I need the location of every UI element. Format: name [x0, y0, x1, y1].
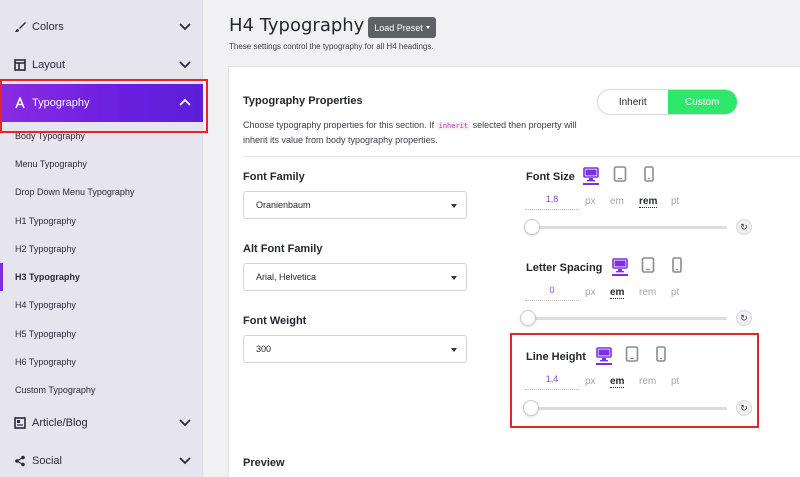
- line-height-label: Line Height: [526, 351, 586, 363]
- sidebar-section-label: Typography: [32, 97, 90, 109]
- sidebar-section-typography[interactable]: Typography: [0, 84, 203, 122]
- font-size-unit-rem[interactable]: rem: [639, 196, 658, 208]
- font-weight-label: Font Weight: [243, 315, 307, 327]
- letter-spacing-label: Letter Spacing: [526, 262, 603, 274]
- line-height-unit-px[interactable]: px: [585, 376, 596, 387]
- typography-properties-heading: Typography Properties: [243, 95, 363, 107]
- sidebar-section-article-blog[interactable]: Article/Blog: [0, 404, 203, 442]
- font-size-label: Font Size: [526, 171, 575, 183]
- font-weight-select[interactable]: 300: [243, 335, 467, 363]
- caret-down-icon: [451, 276, 457, 280]
- line-height-slider-track[interactable]: [527, 407, 727, 410]
- sidebar-item-body-typography[interactable]: Body Typography: [0, 122, 203, 150]
- letter-spacing-unit-px[interactable]: px: [585, 287, 596, 298]
- tablet-icon[interactable]: [612, 166, 628, 182]
- chevron-down-icon: [179, 419, 191, 427]
- letter-spacing-unit-em[interactable]: em: [610, 287, 625, 299]
- mobile-icon[interactable]: [641, 166, 657, 182]
- chevron-down-icon: [179, 23, 191, 31]
- font-size-reset-button[interactable]: ↻: [736, 219, 752, 235]
- sidebar-section-label: Colors: [32, 21, 64, 33]
- alt-font-family-value: Arial, Helvetica: [256, 272, 317, 282]
- mobile-icon[interactable]: [653, 346, 669, 362]
- reset-icon: ↻: [740, 221, 748, 232]
- typography-icon: [14, 97, 26, 109]
- sidebar-section-colors[interactable]: Colors: [0, 8, 203, 46]
- desktop-icon[interactable]: [596, 346, 612, 365]
- letter-spacing-input[interactable]: 0: [525, 285, 579, 301]
- font-size-unit-pt[interactable]: pt: [671, 196, 679, 207]
- font-family-label: Font Family: [243, 171, 305, 183]
- description-text: Choose typography properties for this se…: [243, 120, 437, 130]
- letter-spacing-slider-thumb[interactable]: [520, 310, 536, 326]
- line-height-unit-em[interactable]: em: [610, 376, 625, 388]
- inherit-custom-toggle: Inherit Custom: [597, 89, 738, 115]
- brush-icon: [14, 21, 26, 33]
- sidebar-item-h2-typography[interactable]: H2 Typography: [0, 235, 203, 263]
- load-preset-button[interactable]: Load Preset: [368, 17, 436, 38]
- share-icon: [14, 455, 26, 467]
- sidebar-item-custom-typography[interactable]: Custom Typography: [0, 376, 203, 404]
- reset-icon: ↻: [740, 312, 748, 323]
- letter-spacing-unit-rem[interactable]: rem: [639, 287, 656, 298]
- sidebar-section-label: Article/Blog: [32, 417, 88, 429]
- letter-spacing-slider-track[interactable]: [527, 317, 727, 320]
- typography-properties-description: Choose typography properties for this se…: [243, 118, 588, 147]
- sidebar-section-label: Layout: [32, 59, 66, 71]
- sidebar: Colors Layout Typography Body Typography…: [0, 0, 203, 477]
- tablet-icon[interactable]: [624, 346, 640, 362]
- inherit-code: inherit: [436, 122, 471, 130]
- letter-spacing-unit-pt[interactable]: pt: [671, 287, 679, 298]
- mobile-icon[interactable]: [669, 257, 685, 273]
- line-height-input[interactable]: 1,4: [525, 374, 579, 390]
- font-size-slider-track[interactable]: [527, 226, 727, 229]
- sidebar-item-dropdown-menu-typography[interactable]: Drop Down Menu Typography: [0, 178, 203, 206]
- page-title: H4 Typography: [229, 15, 365, 36]
- line-height-reset-button[interactable]: ↻: [736, 400, 752, 416]
- sidebar-item-menu-typography[interactable]: Menu Typography: [0, 150, 203, 178]
- load-preset-label: Load Preset: [374, 22, 423, 33]
- alt-font-family-select[interactable]: Arial, Helvetica: [243, 263, 467, 291]
- chevron-down-icon: [179, 61, 191, 69]
- desktop-icon[interactable]: [612, 257, 628, 276]
- sidebar-section-social[interactable]: Social: [0, 442, 203, 477]
- article-icon: [14, 417, 26, 429]
- sidebar-item-h1-typography[interactable]: H1 Typography: [0, 207, 203, 235]
- preview-label: Preview: [243, 457, 285, 469]
- line-height-unit-pt[interactable]: pt: [671, 376, 679, 387]
- letter-spacing-reset-button[interactable]: ↻: [736, 310, 752, 326]
- font-size-input[interactable]: 1,8: [525, 194, 579, 210]
- tablet-icon[interactable]: [640, 257, 656, 273]
- chevron-down-icon: [179, 457, 191, 465]
- sidebar-section-layout[interactable]: Layout: [0, 46, 203, 84]
- sidebar-item-h3-typography[interactable]: H3 Typography: [0, 263, 203, 291]
- sidebar-item-h6-typography[interactable]: H6 Typography: [0, 348, 203, 376]
- font-size-unit-em[interactable]: em: [610, 196, 624, 207]
- caret-down-icon: [425, 26, 430, 29]
- layout-icon: [14, 59, 26, 71]
- chevron-up-icon: [179, 98, 191, 106]
- caret-down-icon: [451, 204, 457, 208]
- line-height-slider-thumb[interactable]: [523, 400, 539, 416]
- desktop-icon[interactable]: [583, 166, 599, 185]
- reset-icon: ↻: [740, 402, 748, 413]
- inherit-option[interactable]: Inherit: [598, 90, 668, 114]
- font-family-value: Oranienbaum: [256, 200, 311, 210]
- caret-down-icon: [451, 348, 457, 352]
- sidebar-section-label: Social: [32, 455, 62, 467]
- custom-option[interactable]: Custom: [667, 90, 737, 114]
- line-height-unit-rem[interactable]: rem: [639, 376, 656, 387]
- divider: [243, 156, 800, 157]
- alt-font-family-label: Alt Font Family: [243, 243, 323, 255]
- sidebar-item-h5-typography[interactable]: H5 Typography: [0, 320, 203, 348]
- font-family-select[interactable]: Oranienbaum: [243, 191, 467, 219]
- font-size-slider-thumb[interactable]: [524, 219, 540, 235]
- font-size-unit-px[interactable]: px: [585, 196, 596, 207]
- page-subtitle: These settings control the typography fo…: [229, 42, 434, 51]
- font-weight-value: 300: [256, 344, 272, 354]
- sidebar-item-h4-typography[interactable]: H4 Typography: [0, 291, 203, 319]
